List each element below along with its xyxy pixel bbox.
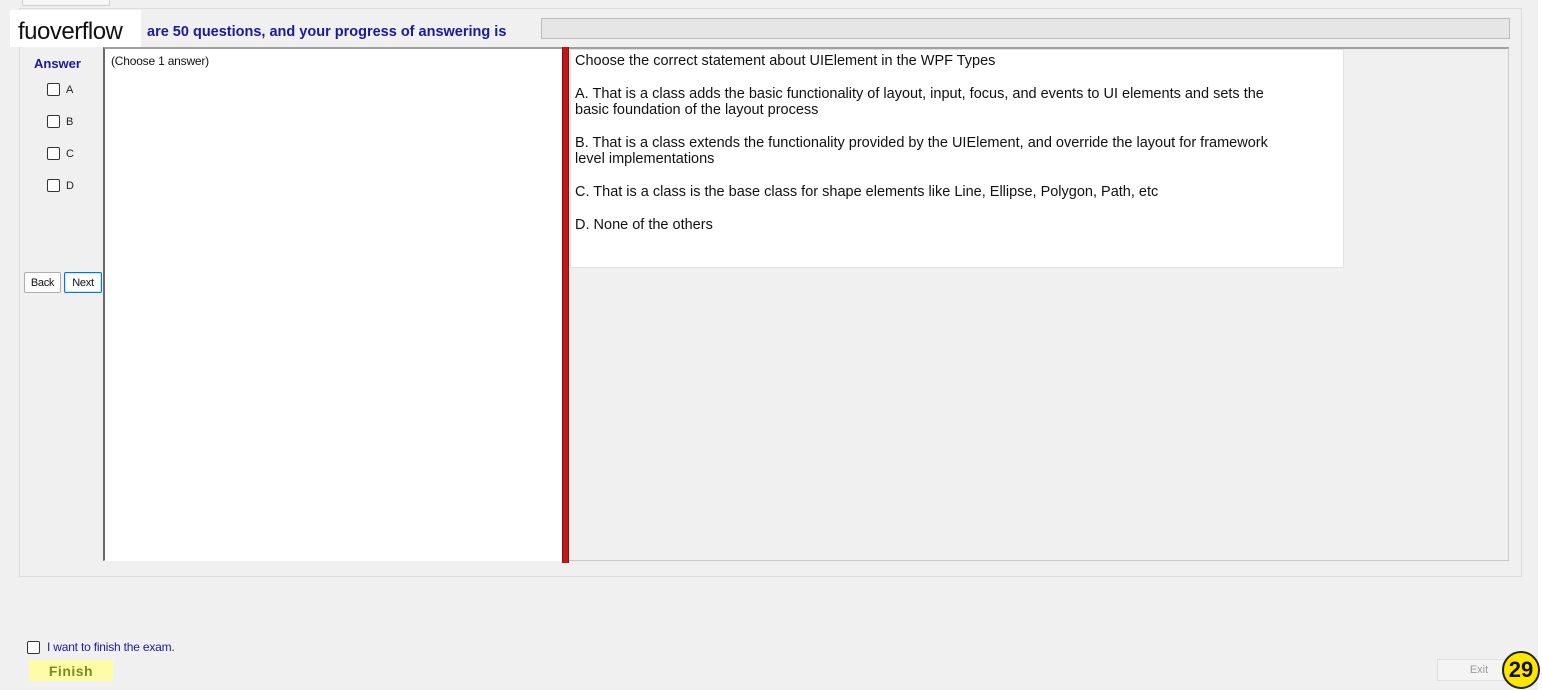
option-d-checkbox[interactable] <box>47 179 60 192</box>
choice-b-text: B. That is a class extends the functiona… <box>575 135 1268 167</box>
next-button[interactable]: Next <box>64 272 102 293</box>
option-c[interactable]: C <box>47 147 74 160</box>
progress-text: are 50 questions, and your progress of a… <box>147 24 507 40</box>
window-edge <box>1538 0 1542 690</box>
finish-exam-checkbox-row[interactable]: I want to finish the exam. <box>27 640 175 654</box>
page-number-badge: 29 <box>1502 651 1540 689</box>
option-a-checkbox[interactable] <box>47 83 60 96</box>
progress-bar <box>541 18 1510 39</box>
choice-a-text: A. That is a class adds the basic functi… <box>575 86 1264 118</box>
option-b[interactable]: B <box>47 115 73 128</box>
choice-d-text: D. None of the others <box>575 217 713 233</box>
finish-exam-label: I want to finish the exam. <box>47 640 175 654</box>
finish-button[interactable]: Finish <box>29 660 113 681</box>
question-textbox[interactable]: Choose the correct statement about UIEle… <box>570 49 1344 268</box>
option-c-label: C <box>66 147 74 160</box>
brand-label: fuoverflow <box>10 10 141 47</box>
choice-c-text: C. That is a class is the base class for… <box>575 184 1159 200</box>
top-tab[interactable] <box>22 0 110 6</box>
panel-splitter[interactable] <box>562 47 569 563</box>
option-a-label: A <box>66 83 74 96</box>
answer-textbox[interactable]: (Choose 1 answer) <box>105 49 562 561</box>
option-b-label: B <box>66 115 74 128</box>
answer-hint: (Choose 1 answer) <box>111 54 209 68</box>
back-button[interactable]: Back <box>24 272 61 293</box>
option-d-label: D <box>66 179 74 192</box>
answer-title: Answer <box>34 56 81 71</box>
finish-exam-checkbox[interactable] <box>27 640 40 654</box>
option-c-checkbox[interactable] <box>47 147 60 160</box>
option-b-checkbox[interactable] <box>47 115 60 128</box>
option-a[interactable]: A <box>47 83 73 96</box>
question-stem: Choose the correct statement about UIEle… <box>575 53 996 69</box>
option-d[interactable]: D <box>47 179 74 192</box>
